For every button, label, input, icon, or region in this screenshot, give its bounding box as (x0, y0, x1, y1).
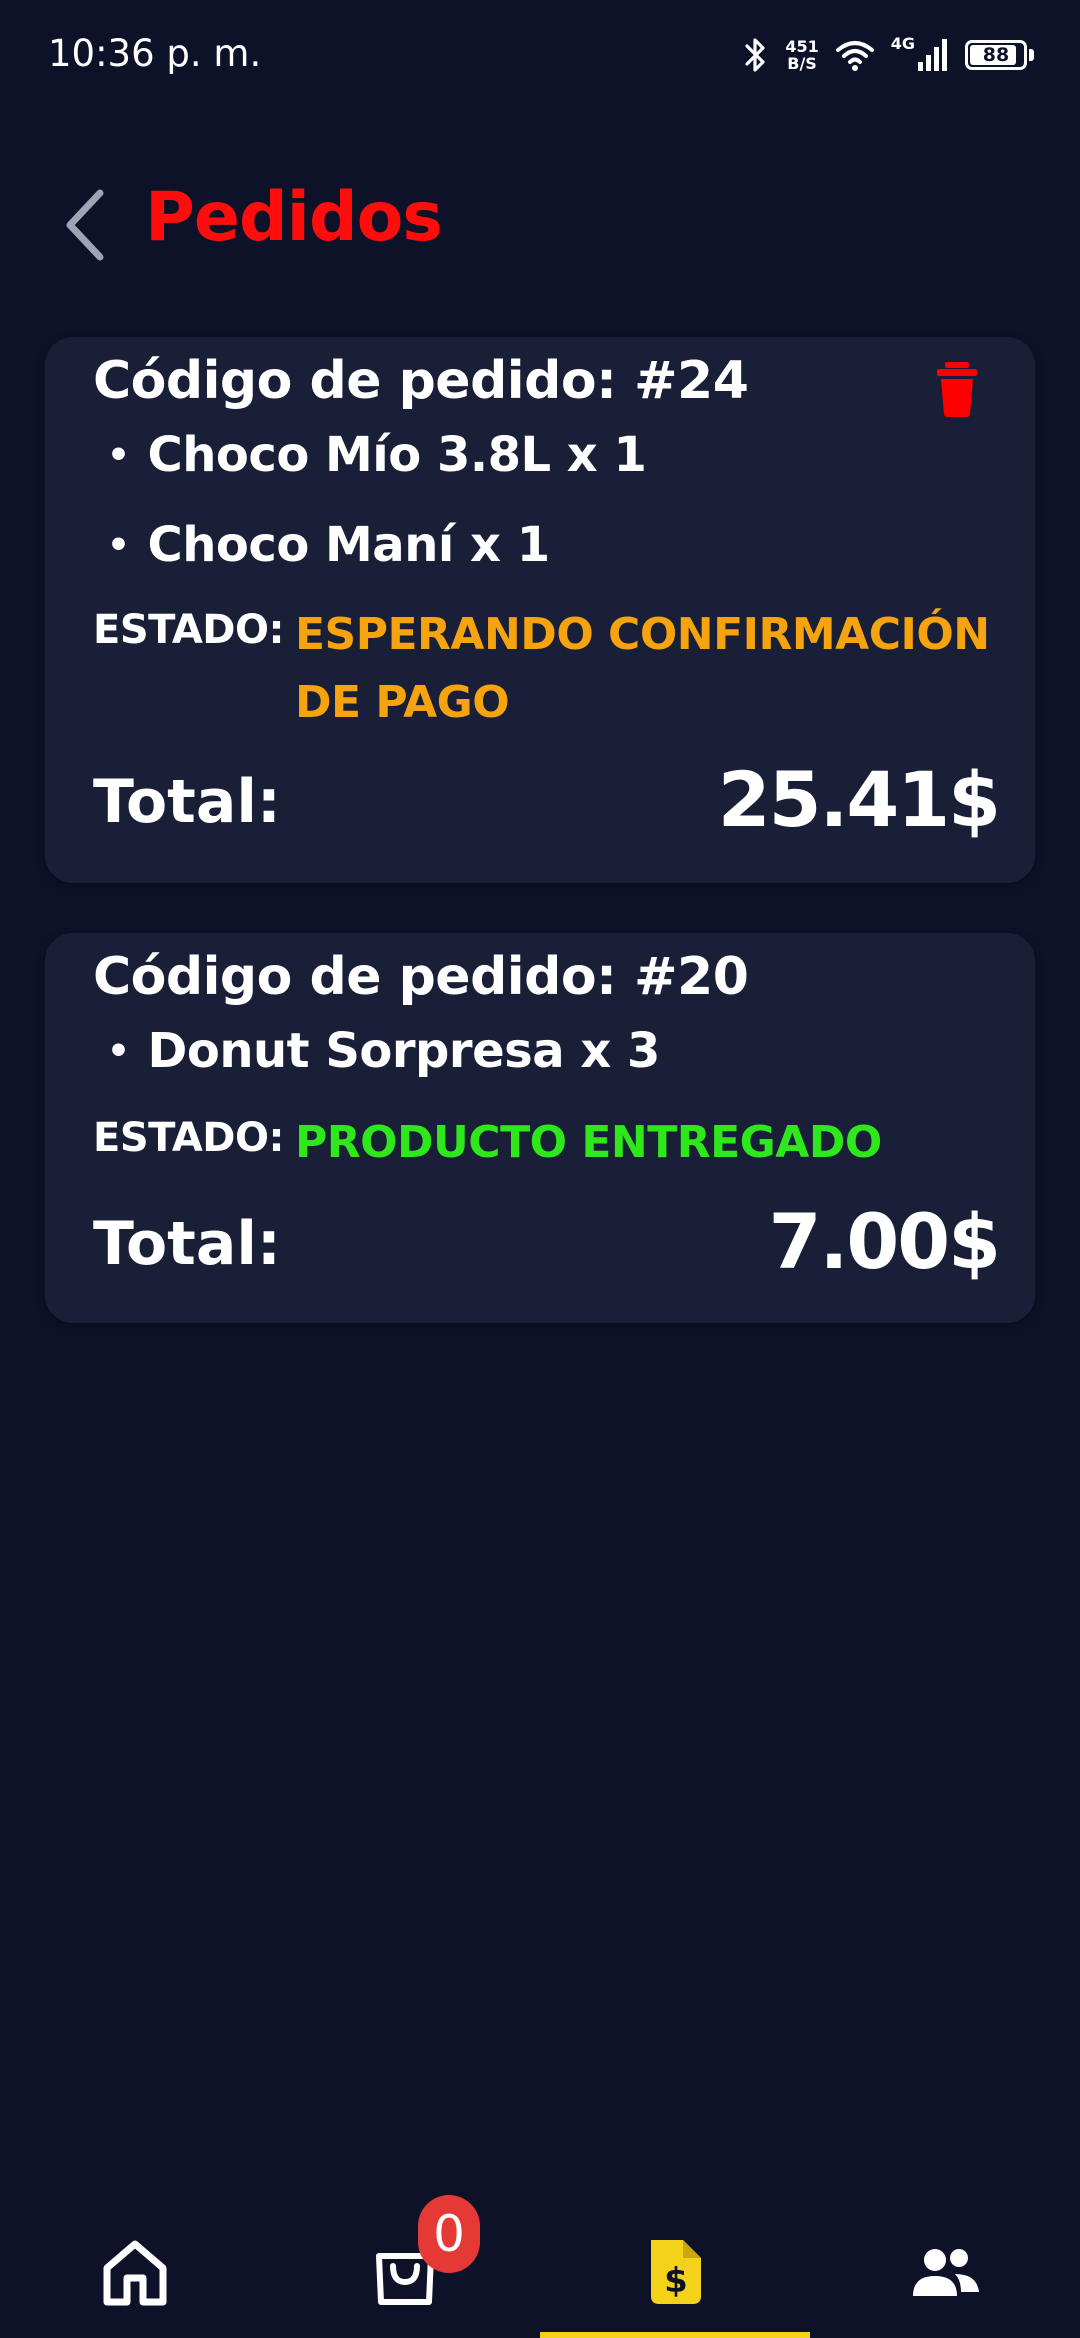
net-speed: 451 B/S (785, 38, 818, 72)
svg-text:$: $ (664, 2261, 688, 2301)
nav-item-home[interactable] (0, 2200, 270, 2338)
nav-item-cart[interactable]: 0 (270, 2195, 540, 2338)
order-card[interactable]: Código de pedido: #20 • Donut Sorpresa x… (45, 933, 1035, 1323)
order-items: • Donut Sorpresa x 3 (107, 1021, 660, 1081)
signal-icon (918, 39, 947, 71)
status-icons: 451 B/S 4G 88 (743, 30, 1034, 80)
item-label: Donut Sorpresa x 3 (147, 1023, 661, 1079)
wifi-icon (835, 41, 874, 71)
delete-button[interactable] (931, 359, 983, 419)
bluetooth-icon (745, 38, 765, 72)
order-items: • Choco Mío 3.8L x 1 • Choco Maní x 1 (107, 425, 647, 575)
cart-badge: 0 (418, 2195, 480, 2273)
bullet: • (107, 524, 130, 566)
nav-item-users[interactable] (810, 2200, 1080, 2338)
battery-tip (1029, 49, 1034, 61)
active-nav-indicator (540, 2332, 810, 2338)
bottom-nav: 0 $ (0, 2195, 1080, 2338)
order-code: Código de pedido: #20 (93, 947, 749, 1007)
list-item: • Choco Mío 3.8L x 1 (107, 425, 647, 485)
status-time: 10:36 p. m. (48, 32, 262, 75)
status-value-line: ESPERANDO CONFIRMACIÓN (295, 609, 990, 660)
chevron-left-icon (66, 189, 104, 261)
status-value-line: PRODUCTO ENTREGADO (295, 1117, 882, 1168)
battery-level: 88 (982, 44, 1010, 66)
invoice-dollar-icon: $ (651, 2240, 701, 2304)
item-label: Choco Mío 3.8L x 1 (147, 427, 647, 483)
bullet: • (107, 1030, 130, 1072)
net-speed-value: 451 (785, 37, 819, 56)
network-type: 4G (890, 33, 915, 53)
status-value: ESPERANDO CONFIRMACIÓN DE PAGO (295, 601, 990, 737)
list-item: • Choco Maní x 1 (107, 515, 646, 575)
bullet: • (107, 434, 130, 476)
header: Pedidos (0, 160, 1080, 280)
total-value: 7.00$ (768, 1197, 1001, 1286)
nav-item-orders[interactable]: $ (540, 2200, 810, 2338)
trash-icon (937, 362, 977, 417)
status-value-line: DE PAGO (295, 677, 510, 728)
item-label: Choco Maní x 1 (147, 517, 551, 573)
order-card[interactable]: Código de pedido: #24 • Choco Mío 3.8L x… (45, 337, 1035, 883)
battery-icon: 88 (965, 40, 1027, 70)
status-label: ESTADO: (93, 1115, 284, 1161)
home-icon (103, 2240, 167, 2306)
list-item: • Donut Sorpresa x 3 (107, 1021, 660, 1081)
order-code: Código de pedido: #24 (93, 351, 749, 411)
status-label: ESTADO: (93, 607, 284, 653)
net-speed-unit: B/S (787, 54, 817, 73)
total-label: Total: (93, 767, 281, 837)
back-button[interactable] (50, 180, 120, 270)
total-label: Total: (93, 1209, 281, 1279)
status-value: PRODUCTO ENTREGADO (295, 1109, 882, 1177)
people-icon (913, 2249, 979, 2296)
page-title: Pedidos (145, 178, 443, 257)
status-bar: 10:36 p. m. 451 B/S 4G 88 (0, 0, 1080, 110)
total-value: 25.41$ (717, 755, 1001, 844)
